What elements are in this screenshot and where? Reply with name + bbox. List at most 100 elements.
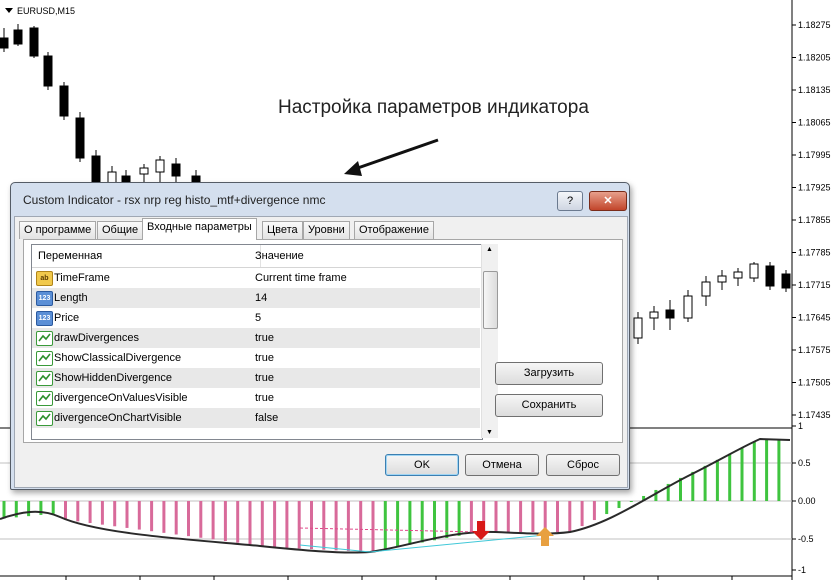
dialog-title: Custom Indicator - rsx nrp reg histo_mtf… xyxy=(23,193,326,207)
candle xyxy=(717,275,727,283)
tab-colors[interactable]: Цвета xyxy=(262,221,303,239)
variable-name: drawDivergences xyxy=(54,332,139,344)
variable-name: Length xyxy=(54,292,88,304)
grid-row[interactable]: drawDivergences true xyxy=(32,328,480,349)
variable-value[interactable]: false xyxy=(255,412,278,424)
price-tick-label: 1.17995 xyxy=(798,150,831,160)
integer-type-icon: 123 xyxy=(36,311,53,326)
price-tick-label: 1.17715 xyxy=(798,280,831,290)
string-type-icon: ab xyxy=(36,271,53,286)
grid-row[interactable]: ShowClassicalDivergence true xyxy=(32,348,480,369)
variable-name: TimeFrame xyxy=(54,272,110,284)
tab-visualization[interactable]: Отображение xyxy=(354,221,434,239)
indicator-tick-label: -0.5 xyxy=(798,534,814,544)
grid-row[interactable]: 123 Length 14 xyxy=(32,288,480,309)
scroll-down-icon[interactable]: ▼ xyxy=(486,429,493,436)
price-tick-label: 1.18135 xyxy=(798,85,831,95)
price-tick-label: 1.17855 xyxy=(798,215,831,225)
tab-levels[interactable]: Уровни xyxy=(303,221,350,239)
custom-indicator-dialog: Custom Indicator - rsx nrp reg histo_mtf… xyxy=(10,182,630,490)
tab-inputs[interactable]: Входные параметры xyxy=(142,218,257,240)
variable-name: Price xyxy=(54,312,80,324)
candle xyxy=(665,309,675,319)
grid-header: Переменная Значение xyxy=(32,245,482,268)
price-tick-label: 1.18275 xyxy=(798,20,831,30)
candle xyxy=(75,117,85,159)
bool-type-icon xyxy=(36,411,53,426)
candle xyxy=(765,265,775,287)
symbol-label: EURUSD,M15 xyxy=(17,6,75,16)
variable-name: ShowHiddenDivergence xyxy=(54,372,173,384)
variable-name: divergenceOnChartVisible xyxy=(54,412,182,424)
price-tick-label: 1.17505 xyxy=(798,378,831,388)
candle xyxy=(155,159,165,173)
candle xyxy=(781,273,791,289)
annotation-arrowhead-icon xyxy=(344,161,362,176)
bool-type-icon xyxy=(36,391,53,406)
price-tick-label: 1.17435 xyxy=(798,410,831,420)
variable-value[interactable]: 14 xyxy=(255,292,267,304)
variable-value[interactable]: true xyxy=(255,352,274,364)
close-button[interactable]: ✕ xyxy=(589,191,627,211)
candle xyxy=(733,271,743,279)
price-tick-label: 1.17785 xyxy=(798,248,831,258)
cancel-button[interactable]: Отмена xyxy=(465,454,539,476)
indicator-tick-label: -1 xyxy=(798,565,806,575)
candle xyxy=(683,295,693,319)
price-tick-label: 1.17925 xyxy=(798,183,831,193)
price-axis: 1.18275 1.18205 1.18135 1.18065 1.17995 1.179… xyxy=(792,20,831,420)
variable-name: divergenceOnValuesVisible xyxy=(54,392,188,404)
load-button[interactable]: Загрузить xyxy=(495,362,603,385)
annotation-arrow-icon xyxy=(351,138,439,172)
dialog-body: О программе Общие Входные параметры Цвет… xyxy=(14,216,628,488)
reset-button[interactable]: Сброс xyxy=(546,454,620,476)
ok-button[interactable]: OK xyxy=(385,454,459,476)
price-tick-label: 1.18205 xyxy=(798,53,831,63)
bool-type-icon xyxy=(36,371,53,386)
variable-value[interactable]: Current time frame xyxy=(255,272,347,284)
variable-value[interactable]: 5 xyxy=(255,312,261,324)
annotation-text: Настройка параметров индикатора xyxy=(278,97,589,118)
save-button[interactable]: Сохранить xyxy=(495,394,603,417)
grid-row[interactable]: 123 Price 5 xyxy=(32,308,480,329)
inputs-grid[interactable]: Переменная Значение ab TimeFrame Current t… xyxy=(31,244,483,440)
candle xyxy=(649,311,659,319)
price-tick-label: 1.17645 xyxy=(798,313,831,323)
indicator-tick-label: 1 xyxy=(798,421,803,431)
grid-row[interactable]: ab TimeFrame Current time frame xyxy=(32,268,480,289)
grid-row[interactable]: divergenceOnChartVisible false xyxy=(32,408,480,429)
col-name-header[interactable]: Переменная xyxy=(38,250,102,262)
candle xyxy=(171,163,181,177)
scroll-up-icon[interactable]: ▲ xyxy=(486,246,493,253)
bool-type-icon xyxy=(36,331,53,346)
price-tick-label: 1.18065 xyxy=(798,118,831,128)
candle xyxy=(701,281,711,297)
variable-value[interactable]: true xyxy=(255,392,274,404)
buy-arrow-icon xyxy=(536,527,554,546)
variable-value[interactable]: true xyxy=(255,332,274,344)
bool-type-icon xyxy=(36,351,53,366)
grid-row[interactable]: divergenceOnValuesVisible true xyxy=(32,388,480,409)
symbol-dropdown-icon[interactable] xyxy=(5,8,13,13)
help-button[interactable]: ? xyxy=(557,191,583,211)
grid-row[interactable]: ShowHiddenDivergence true xyxy=(32,368,480,389)
candle xyxy=(59,85,69,117)
indicator-tick-label: 0.5 xyxy=(798,458,811,468)
close-icon: ✕ xyxy=(603,195,613,207)
variable-name: ShowClassicalDivergence xyxy=(54,352,182,364)
time-axis-ticks xyxy=(65,576,733,580)
indicator-axis: 1 0.5 0.00 -0.5 -1 xyxy=(792,421,816,575)
integer-type-icon: 123 xyxy=(36,291,53,306)
candle xyxy=(43,55,53,87)
tab-about[interactable]: О программе xyxy=(19,221,97,239)
divergence-line-hidden xyxy=(299,527,481,533)
candle xyxy=(139,167,149,175)
col-value-header[interactable]: Значение xyxy=(255,250,304,262)
candle xyxy=(0,37,9,49)
scroll-thumb[interactable] xyxy=(483,271,498,329)
sell-arrow-icon xyxy=(472,521,490,540)
price-tick-label: 1.17575 xyxy=(798,345,831,355)
candle xyxy=(749,263,759,279)
tab-common[interactable]: Общие xyxy=(97,221,144,239)
variable-value[interactable]: true xyxy=(255,372,274,384)
